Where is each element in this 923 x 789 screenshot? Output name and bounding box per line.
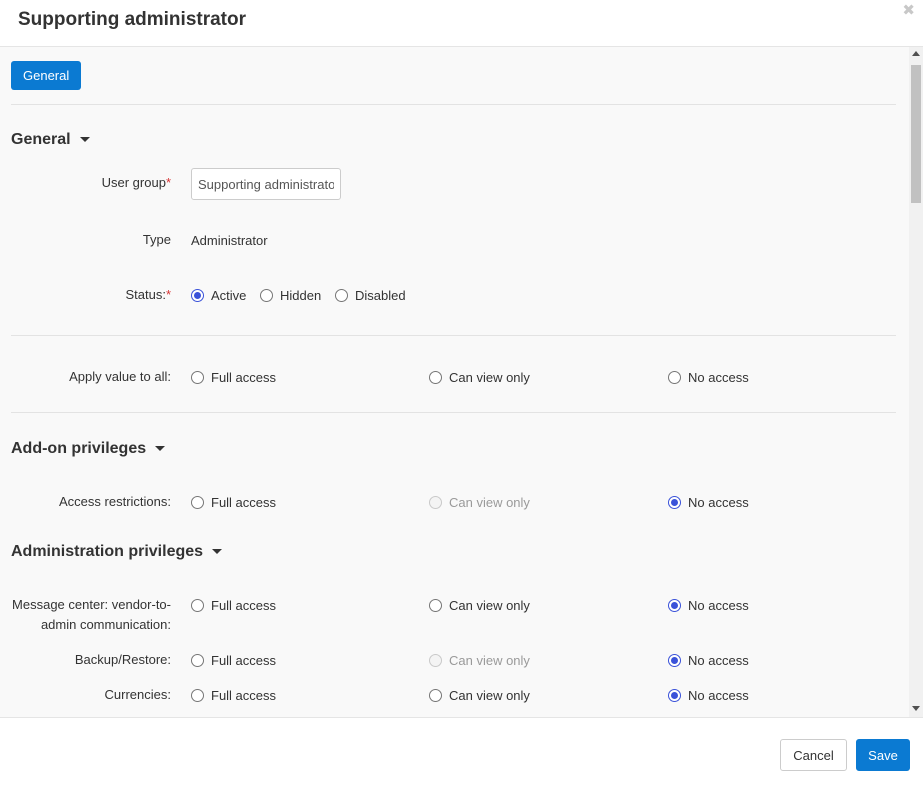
vertical-scrollbar[interactable] — [909, 47, 923, 717]
tab-divider — [11, 104, 896, 105]
section-general-title[interactable]: General — [11, 131, 90, 149]
caret-down-icon — [155, 446, 166, 452]
cancel-button[interactable]: Cancel — [780, 739, 847, 771]
backup-restore-view-option: Can view only — [429, 650, 530, 670]
radio-active[interactable] — [191, 288, 204, 302]
status-label: Status:* — [125, 287, 171, 302]
close-icon[interactable]: ✖ — [902, 3, 915, 19]
section-addon-label: Add-on privileges — [11, 440, 147, 457]
section-admin-label: Administration privileges — [11, 543, 204, 560]
type-label: Type — [142, 232, 171, 247]
currencies-none-option[interactable]: No access — [668, 685, 749, 705]
divider — [11, 412, 896, 413]
message-center-none-option[interactable]: No access — [668, 595, 749, 615]
scrollbar-thumb[interactable] — [911, 65, 921, 203]
message-center-view-option[interactable]: Can view only — [429, 595, 530, 615]
access-restrictions-none-option[interactable]: No access — [668, 492, 749, 512]
required-marker: * — [165, 287, 171, 302]
status-hidden-option[interactable]: Hidden — [260, 285, 321, 305]
radio-view-only-disabled — [429, 495, 442, 509]
caret-down-icon — [79, 137, 90, 143]
caret-down-icon — [212, 549, 223, 555]
access-restrictions-full-option[interactable]: Full access — [191, 492, 276, 512]
radio-full-access[interactable] — [191, 688, 204, 702]
dialog-body: General General User group* Type Adminis… — [0, 47, 909, 717]
currencies-full-option[interactable]: Full access — [191, 685, 276, 705]
radio-no-access[interactable] — [668, 598, 681, 612]
dialog-footer: Cancel Save — [0, 717, 923, 789]
radio-full-access[interactable] — [191, 653, 204, 667]
dialog-title: Supporting administrator — [18, 9, 246, 30]
radio-disabled[interactable] — [335, 288, 348, 302]
apply-all-none-option[interactable]: No access — [668, 367, 749, 387]
radio-no-access[interactable] — [668, 370, 681, 384]
backup-restore-full-option[interactable]: Full access — [191, 650, 276, 670]
currencies-label: Currencies: — [104, 687, 171, 702]
backup-restore-label: Backup/Restore: — [74, 652, 171, 667]
radio-full-access[interactable] — [191, 598, 204, 612]
currencies-view-option[interactable]: Can view only — [429, 685, 530, 705]
radio-hidden[interactable] — [260, 288, 273, 302]
section-general-label: General — [11, 131, 71, 148]
radio-full-access[interactable] — [191, 495, 204, 509]
section-addon-title[interactable]: Add-on privileges — [11, 440, 166, 458]
radio-no-access[interactable] — [668, 688, 681, 702]
save-button[interactable]: Save — [856, 739, 910, 771]
user-group-input[interactable] — [191, 168, 341, 200]
radio-view-only[interactable] — [429, 688, 442, 702]
apply-all-view-option[interactable]: Can view only — [429, 367, 530, 387]
scroll-up-arrow-icon[interactable] — [912, 51, 920, 56]
backup-restore-none-option[interactable]: No access — [668, 650, 749, 670]
apply-all-full-option[interactable]: Full access — [191, 367, 276, 387]
message-center-full-option[interactable]: Full access — [191, 595, 276, 615]
divider — [11, 335, 896, 336]
tab-general[interactable]: General — [11, 61, 82, 90]
radio-no-access[interactable] — [668, 495, 681, 509]
access-restrictions-view-option: Can view only — [429, 492, 530, 512]
user-group-label: User group* — [101, 175, 171, 190]
status-active-option[interactable]: Active — [191, 285, 246, 305]
apply-all-label: Apply value to all: — [69, 369, 171, 384]
radio-full-access[interactable] — [191, 370, 204, 384]
radio-no-access[interactable] — [668, 653, 681, 667]
scroll-down-arrow-icon[interactable] — [912, 706, 920, 711]
type-value: Administrator — [191, 233, 268, 248]
radio-view-only[interactable] — [429, 370, 442, 384]
required-marker: * — [165, 175, 171, 190]
status-disabled-option[interactable]: Disabled — [335, 285, 406, 305]
access-restrictions-label: Access restrictions: — [59, 494, 171, 509]
radio-view-only[interactable] — [429, 598, 442, 612]
dialog-header: Supporting administrator ✖ — [0, 0, 923, 47]
section-admin-title[interactable]: Administration privileges — [11, 543, 223, 561]
message-center-label: Message center: vendor-to-admin communic… — [12, 597, 171, 632]
radio-view-only-disabled — [429, 653, 442, 667]
